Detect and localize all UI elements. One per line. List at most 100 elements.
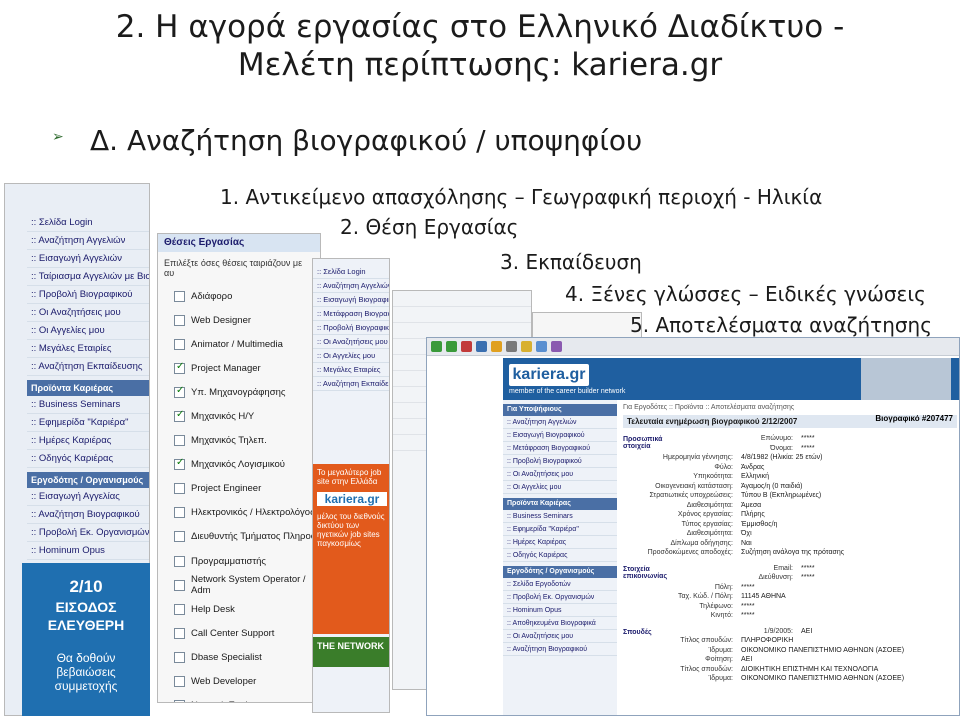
menu-item[interactable]: :: Αναζήτηση Εκπαίδευσης bbox=[27, 358, 149, 376]
menu-item[interactable]: :: Αναζήτηση Αγγελιών bbox=[503, 416, 617, 429]
menu-item[interactable]: :: Σελίδα Login bbox=[27, 214, 149, 232]
menu-item[interactable]: :: Μεγάλες Εταιρίες bbox=[313, 363, 389, 377]
favorites-icon[interactable] bbox=[521, 341, 532, 352]
job-option[interactable]: Προγραμματιστής bbox=[158, 549, 320, 573]
job-option[interactable]: Μηχανικός Λογισμικού bbox=[158, 453, 320, 477]
job-checkbox[interactable] bbox=[174, 457, 185, 471]
menu-item[interactable]: :: Αναζήτηση Βιογραφικού bbox=[503, 643, 617, 656]
job-option[interactable]: Διευθυντής Τμήματος Πληροφ bbox=[158, 525, 320, 549]
job-checkbox[interactable] bbox=[174, 409, 185, 423]
job-option[interactable]: Animator / Multimedia bbox=[158, 332, 320, 356]
job-option[interactable]: Help Desk bbox=[158, 597, 320, 621]
menu-item[interactable]: :: Αποθηκευμένα Βιογραφικά bbox=[503, 617, 617, 630]
menu-item[interactable]: :: Hominum Opus bbox=[27, 542, 149, 560]
job-option[interactable]: Μηχανικός Η/Υ bbox=[158, 404, 320, 428]
job-checkbox[interactable] bbox=[174, 627, 185, 639]
menu-item[interactable]: :: Οι Αναζητήσεις μου bbox=[313, 335, 389, 349]
job-checkbox[interactable] bbox=[174, 676, 185, 688]
job-option[interactable]: Project Manager bbox=[158, 356, 320, 380]
job-checkbox[interactable] bbox=[174, 579, 185, 591]
job-option[interactable]: Ηλεκτρονικός / Ηλεκτρολόγος bbox=[158, 501, 320, 525]
menu-item[interactable]: :: Εισαγωγή Βιογραφικού bbox=[313, 293, 389, 307]
job-checkbox[interactable] bbox=[174, 338, 185, 350]
menu-item[interactable]: :: Οι Αναζητήσεις μου bbox=[503, 468, 617, 481]
promo-banner[interactable]: 2/10 ΕΙΣΟΔΟΣ ΕΛΕΥΘΕΡΗ Θα δοθούν βεβαιώσε… bbox=[22, 563, 150, 716]
menu-item[interactable]: :: Οι Αγγελίες μου bbox=[27, 322, 149, 340]
job-checkbox[interactable] bbox=[174, 314, 185, 326]
menu-item[interactable]: :: Εισαγωγή Βιογραφικού bbox=[503, 429, 617, 442]
menu-item[interactable]: :: Οι Αγγελίες μου bbox=[503, 481, 617, 494]
job-option[interactable]: Web Designer bbox=[158, 308, 320, 332]
job-checkbox[interactable] bbox=[174, 603, 185, 615]
job-option[interactable]: Dbase Specialist bbox=[158, 645, 320, 669]
search-icon[interactable] bbox=[506, 341, 517, 352]
job-option[interactable]: Project Engineer bbox=[158, 477, 320, 501]
job-option[interactable]: Network System Operator / Adm bbox=[158, 573, 320, 597]
menu-item[interactable]: :: Ημέρες Καριέρας bbox=[27, 432, 149, 450]
menu-item[interactable]: :: Hominum Opus bbox=[503, 604, 617, 617]
kariera-logo: kariera.gr bbox=[317, 492, 387, 506]
job-list: Αδιάφορο Web Designer Animator / Multimedi… bbox=[158, 284, 320, 702]
breadcrumb[interactable]: Για Εργοδότες :: Προϊόντα :: Αποτελέσματ… bbox=[623, 404, 957, 411]
job-checkbox[interactable] bbox=[174, 531, 185, 543]
job-checkbox[interactable] bbox=[174, 361, 185, 374]
form-line bbox=[393, 291, 531, 307]
job-checkbox[interactable] bbox=[174, 435, 185, 447]
job-checkbox[interactable] bbox=[174, 651, 185, 663]
back-icon[interactable] bbox=[431, 341, 442, 352]
menu-item[interactable]: :: Σελίδα Εργοδοτών bbox=[503, 578, 617, 591]
stop-icon[interactable] bbox=[461, 341, 472, 352]
job-option[interactable]: Αδιάφορο bbox=[158, 284, 320, 308]
menu-item[interactable]: :: Εισαγωγή Αγγελίας bbox=[27, 488, 149, 506]
screenshot-job-positions: Θέσεις Εργασίας Επιλέξτε όσες θέσεις ται… bbox=[157, 233, 321, 703]
home-icon[interactable] bbox=[491, 341, 502, 352]
menu-item[interactable]: :: Σελίδα Login bbox=[313, 265, 389, 279]
menu-item[interactable]: :: Εφημερίδα "Καριέρα" bbox=[503, 523, 617, 536]
promo-date: 2/10 bbox=[69, 577, 103, 596]
menu-item[interactable]: :: Οι Αγγελίες μου bbox=[313, 349, 389, 363]
job-option[interactable]: Web Developer bbox=[158, 670, 320, 694]
menu-item[interactable]: :: Οι Αναζητήσεις μου bbox=[27, 304, 149, 322]
menu-item[interactable]: :: Οι Αναζητήσεις μου bbox=[503, 630, 617, 643]
menu-item[interactable]: :: Μεγάλες Εταιρίες bbox=[27, 340, 149, 358]
job-checkbox[interactable] bbox=[174, 555, 185, 567]
job-option[interactable]: Call Center Support bbox=[158, 621, 320, 645]
menu-item[interactable]: :: Ταίριασμα Αγγελιών με Βιογραφικό bbox=[27, 268, 149, 286]
menu-item[interactable]: :: Μετάφραση Βιογραφικού bbox=[313, 307, 389, 321]
sidebar-menu: :: Σελίδα Login :: Αναζήτηση Αγγελιών ::… bbox=[313, 265, 389, 391]
arrow-bullet-icon: ➢ bbox=[52, 128, 64, 144]
resume-row: Όνομα: ***** bbox=[683, 444, 957, 454]
job-checkbox[interactable] bbox=[174, 507, 185, 519]
forward-icon[interactable] bbox=[446, 341, 457, 352]
kariera-logo[interactable]: kariera.gr bbox=[509, 364, 589, 386]
job-checkbox[interactable] bbox=[174, 483, 185, 495]
job-option[interactable]: Υπ. Μηχανογράφησης bbox=[158, 380, 320, 404]
menu-item[interactable]: :: Οδηγός Καριέρας bbox=[503, 549, 617, 562]
print-icon[interactable] bbox=[551, 341, 562, 352]
refresh-icon[interactable] bbox=[476, 341, 487, 352]
menu-item[interactable]: :: Προβολή Εκ. Οργανισμών bbox=[27, 524, 149, 542]
menu-item[interactable]: :: Αναζήτηση Αγγελιών bbox=[313, 279, 389, 293]
menu-item[interactable]: :: Οδηγός Καριέρας bbox=[27, 450, 149, 468]
menu-item[interactable]: :: Εισαγωγή Αγγελιών bbox=[27, 250, 149, 268]
menu-item[interactable]: :: Αναζήτηση Εκπαίδευσης bbox=[313, 377, 389, 391]
menu-item[interactable]: :: Εφημερίδα "Καριέρα" bbox=[27, 414, 149, 432]
menu-item[interactable]: :: Προβολή Βιογραφικού bbox=[503, 455, 617, 468]
menu-item[interactable]: :: Αναζήτηση Αγγελιών bbox=[27, 232, 149, 250]
menu-item[interactable]: :: Ημέρες Καριέρας bbox=[503, 536, 617, 549]
job-checkbox[interactable] bbox=[174, 290, 185, 302]
menu-item[interactable]: :: Προβολή Εκ. Οργανισμών bbox=[503, 591, 617, 604]
job-checkbox[interactable] bbox=[174, 700, 185, 702]
menu-item[interactable]: :: Business Seminars bbox=[503, 510, 617, 523]
menu-item[interactable]: :: Προβολή Βιογραφικού bbox=[313, 321, 389, 335]
menu-header: Προϊόντα Καριέρας bbox=[503, 498, 617, 510]
menu-item[interactable]: :: Αναζήτηση Βιογραφικού bbox=[27, 506, 149, 524]
job-option[interactable]: Μηχανικός Τηλεπ. bbox=[158, 429, 320, 453]
ad-banner[interactable]: Το μεγαλύτερο job site στην Ελλάδα karie… bbox=[313, 464, 389, 634]
menu-item[interactable]: :: Business Seminars bbox=[27, 396, 149, 414]
job-option[interactable]: Network Engineer bbox=[158, 694, 320, 702]
mail-icon[interactable] bbox=[536, 341, 547, 352]
job-checkbox[interactable] bbox=[174, 385, 185, 398]
menu-item[interactable]: :: Μετάφραση Βιογραφικού bbox=[503, 442, 617, 455]
menu-item[interactable]: :: Προβολή Βιογραφικού bbox=[27, 286, 149, 304]
